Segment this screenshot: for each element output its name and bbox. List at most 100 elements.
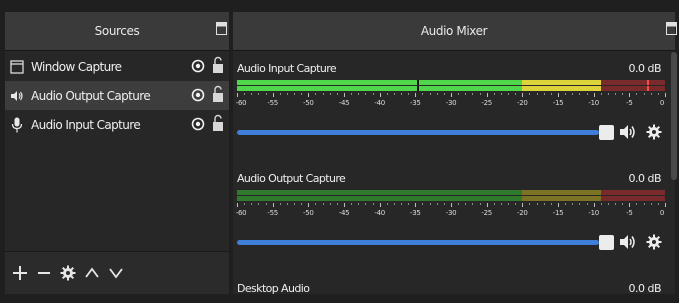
scale-label: -50 xyxy=(303,99,314,107)
scale-label: -20 xyxy=(517,99,528,107)
scale-tick xyxy=(251,203,253,205)
scale-label: -20 xyxy=(517,209,528,217)
peak-marker xyxy=(416,80,419,85)
remove-icon[interactable] xyxy=(35,263,53,283)
scale-label: -5 xyxy=(626,99,633,107)
scale-tick xyxy=(479,93,481,95)
volume-slider[interactable] xyxy=(237,130,599,135)
scale-tick xyxy=(550,93,552,95)
scale-label: -5 xyxy=(626,209,633,217)
scale-tick xyxy=(272,93,274,97)
scale-label: -15 xyxy=(552,209,564,217)
scale-tick xyxy=(294,93,296,95)
mixer-scrollbar[interactable] xyxy=(671,52,677,180)
scale-tick xyxy=(536,93,538,95)
level-meter-bottom xyxy=(237,86,665,91)
scale-tick xyxy=(558,93,559,97)
scale-tick xyxy=(565,203,567,205)
scale-tick xyxy=(529,93,531,95)
mixer-title-text: Audio Mixer xyxy=(420,24,488,38)
scale-tick xyxy=(393,93,395,95)
meter-segment xyxy=(522,80,601,85)
source-item-window-capture[interactable]: Window Capture xyxy=(5,52,229,81)
scale-label: -35 xyxy=(410,99,421,107)
visibility-eye-icon[interactable] xyxy=(191,88,205,102)
mixer-channel-audio-input: Audio Input Capture 0.0 dB -60 -55 -50 -45-… xyxy=(233,62,666,152)
scale-tick xyxy=(258,203,260,205)
scale-label: -10 xyxy=(588,209,599,217)
scale-tick xyxy=(550,203,552,205)
channel-db: 0.0 dB xyxy=(628,62,661,75)
scale-tick xyxy=(443,203,445,205)
channel-name: Audio Input Capture xyxy=(237,62,337,75)
gear-icon[interactable] xyxy=(59,263,77,283)
scale-tick xyxy=(251,93,253,95)
scale-tick xyxy=(451,203,452,207)
scale-tick xyxy=(415,203,417,207)
scale-tick xyxy=(415,93,417,97)
speaker-icon[interactable] xyxy=(619,123,637,141)
scale-tick xyxy=(379,93,381,97)
undock-icon[interactable] xyxy=(666,22,677,35)
scale-tick xyxy=(508,93,510,95)
source-item-audio-input-capture[interactable]: Audio Input Capture xyxy=(5,110,229,139)
scale-tick xyxy=(607,203,609,205)
scale-tick xyxy=(565,93,567,95)
window-icon xyxy=(10,59,24,75)
visibility-eye-icon[interactable] xyxy=(191,59,205,73)
scale-tick xyxy=(486,93,488,97)
scale-tick xyxy=(586,203,588,205)
lock-icon[interactable] xyxy=(212,85,224,103)
sources-title-text: Sources xyxy=(94,24,140,38)
scale-tick xyxy=(508,203,510,205)
source-item-audio-output-capture[interactable]: Audio Output Capture xyxy=(5,81,229,110)
scale-tick xyxy=(429,93,431,95)
scale-tick xyxy=(579,93,581,95)
scale-tick xyxy=(443,93,445,95)
source-label: Audio Input Capture xyxy=(31,117,141,132)
undock-icon[interactable] xyxy=(216,22,227,35)
scale-tick xyxy=(607,93,609,95)
scale-tick xyxy=(237,93,238,97)
source-label: Audio Output Capture xyxy=(31,88,151,103)
scale-tick xyxy=(429,203,431,205)
gear-icon[interactable] xyxy=(646,234,662,250)
meter-segment xyxy=(522,196,601,201)
scale-tick xyxy=(465,93,467,95)
scale-tick xyxy=(472,93,474,95)
move-up-icon[interactable] xyxy=(83,263,101,283)
volume-slider-handle[interactable] xyxy=(599,125,614,140)
volume-slider[interactable] xyxy=(237,240,599,245)
meter-segment xyxy=(237,196,523,201)
scale-tick xyxy=(272,203,274,207)
scale-tick xyxy=(529,203,531,205)
level-meter-top xyxy=(237,80,665,85)
speaker-icon[interactable] xyxy=(619,233,637,251)
scale-tick xyxy=(286,93,288,95)
scale-tick xyxy=(643,203,645,205)
scale-label: -25 xyxy=(481,99,492,107)
scale-tick xyxy=(265,203,267,205)
scale-tick xyxy=(522,203,524,207)
visibility-eye-icon[interactable] xyxy=(191,117,205,131)
db-scale: -60 -55 -50 -45 -40 -35 -30 -25 -20 -15 -10 -5 0 xyxy=(236,203,666,217)
scale-tick xyxy=(244,93,246,95)
scale-tick xyxy=(629,93,631,97)
scale-tick xyxy=(344,93,345,97)
scale-tick xyxy=(493,203,495,205)
lock-icon[interactable] xyxy=(212,114,224,132)
scale-tick xyxy=(636,93,638,95)
scale-tick xyxy=(258,93,260,95)
volume-slider-handle[interactable] xyxy=(599,235,614,250)
speaker-icon xyxy=(10,88,24,104)
gear-icon[interactable] xyxy=(646,124,662,140)
scale-tick xyxy=(543,93,545,95)
scale-tick xyxy=(386,203,388,205)
add-icon[interactable] xyxy=(11,263,29,283)
microphone-icon xyxy=(10,117,24,133)
scale-tick xyxy=(372,93,374,95)
move-down-icon[interactable] xyxy=(107,263,125,283)
scale-tick xyxy=(622,203,624,205)
lock-icon[interactable] xyxy=(212,56,224,74)
scale-tick xyxy=(329,203,331,205)
